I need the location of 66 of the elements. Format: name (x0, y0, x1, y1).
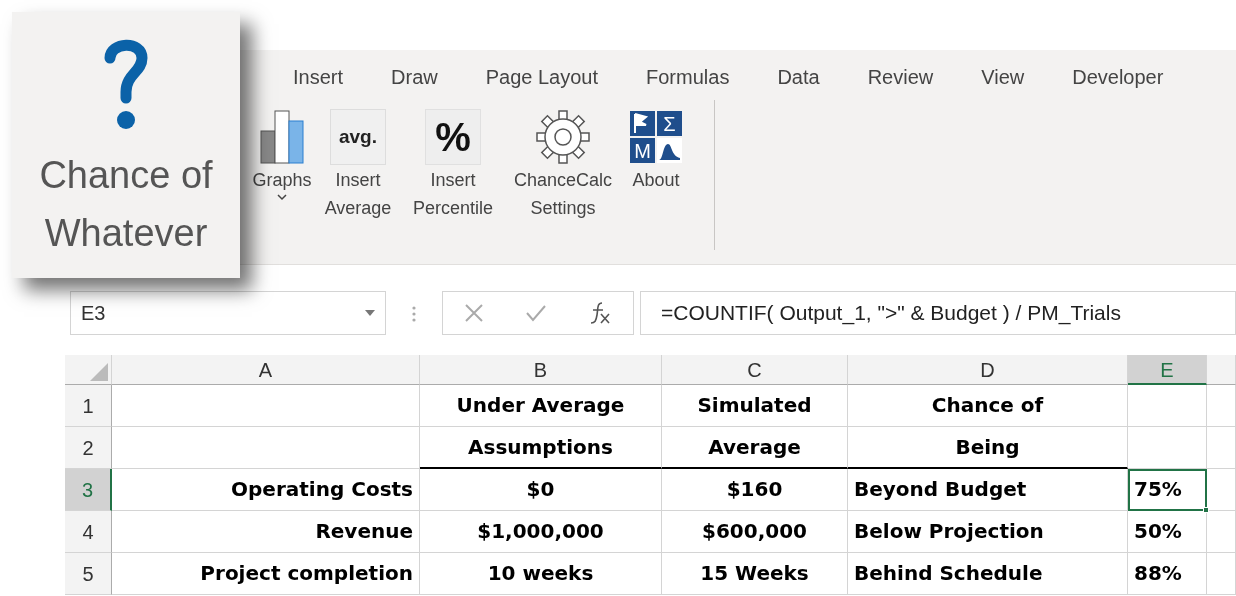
ribbon-tab[interactable]: Insert (293, 62, 344, 92)
table-cell (1207, 469, 1236, 511)
table-cell: Average (662, 427, 848, 469)
table-cell (1207, 427, 1236, 469)
table-cell: $160 (662, 469, 848, 511)
table-cell: Chance of (848, 385, 1128, 427)
function-icon[interactable] (588, 301, 613, 325)
table-cell: 75% (1128, 469, 1207, 511)
row-header[interactable]: 2 (65, 427, 112, 469)
table-cell: Simulated (662, 385, 848, 427)
fill-handle[interactable] (1203, 507, 1209, 513)
caret-icon (365, 310, 375, 316)
bar-chart-icon (260, 109, 304, 165)
ribbon-tab[interactable]: Formulas (646, 62, 730, 92)
row-header[interactable]: 4 (65, 511, 112, 553)
table-cell: 88% (1128, 553, 1207, 595)
column-header[interactable] (1207, 355, 1236, 385)
ribbon-tab[interactable]: Page Layout (485, 62, 599, 92)
table-cell: 15 Weeks (662, 553, 848, 595)
ribbon-tab[interactable]: Developer (1072, 62, 1164, 92)
ribbon-tab[interactable]: View (981, 62, 1025, 92)
row-header[interactable]: 5 (65, 553, 112, 595)
table-cell: Operating Costs (112, 469, 420, 511)
ribbon-button[interactable]: Σ M About (624, 108, 688, 194)
addin-title: Chance of Whatever (38, 153, 214, 256)
table-cell: Below Projection (848, 511, 1128, 553)
column-header[interactable]: D (848, 355, 1128, 385)
name-box[interactable]: E3 (70, 291, 386, 335)
table-cell (1207, 511, 1236, 553)
row-header[interactable]: 1 (65, 385, 112, 427)
table-cell: Project completion (112, 553, 420, 595)
ribbon-tab[interactable]: Draw (391, 62, 438, 92)
table-cell: $600,000 (662, 511, 848, 553)
table-cell: $1,000,000 (420, 511, 662, 553)
ribbon-button[interactable]: Graphs (252, 108, 312, 201)
ribbon-tab[interactable]: Review (867, 62, 934, 92)
ribbon-button[interactable]: avg. Insert Average (318, 108, 398, 222)
grip-icon (412, 304, 416, 323)
column-header[interactable]: C (662, 355, 848, 385)
table-cell: 10 weeks (420, 553, 662, 595)
column-header[interactable]: E (1128, 355, 1207, 385)
table-cell: Behind Schedule (848, 553, 1128, 595)
table-cell: Revenue (112, 511, 420, 553)
gear-icon (535, 109, 591, 165)
formula-field[interactable]: =COUNTIF( Output_1, ">" & Budget ) / PM_Trials (640, 291, 1236, 335)
percent-icon: % (425, 109, 481, 165)
avg-icon: avg. (330, 109, 386, 165)
select-all-icon (90, 363, 108, 381)
logo-letter: Σ (657, 111, 682, 136)
table-cell: Assumptions (420, 427, 662, 469)
column-header[interactable]: B (420, 355, 662, 385)
ribbon-button[interactable]: ChanceCalc Settings (508, 108, 618, 222)
table-cell: 50% (1128, 511, 1207, 553)
ribbon-button[interactable]: % Insert Percentile (404, 108, 502, 222)
enter-icon[interactable] (525, 304, 547, 322)
table-cell (1207, 553, 1236, 595)
table-cell: $0 (420, 469, 662, 511)
table-cell: Beyond Budget (848, 469, 1128, 511)
logo-letter: M (630, 138, 655, 163)
column-header[interactable]: A (112, 355, 420, 385)
table-cell: Being (848, 427, 1128, 469)
ribbon-tab[interactable]: Data (777, 62, 820, 92)
table-cell (1207, 385, 1236, 427)
cancel-icon[interactable] (463, 303, 484, 323)
row-header[interactable]: 3 (65, 469, 112, 511)
table-cell: Under Average (420, 385, 662, 427)
